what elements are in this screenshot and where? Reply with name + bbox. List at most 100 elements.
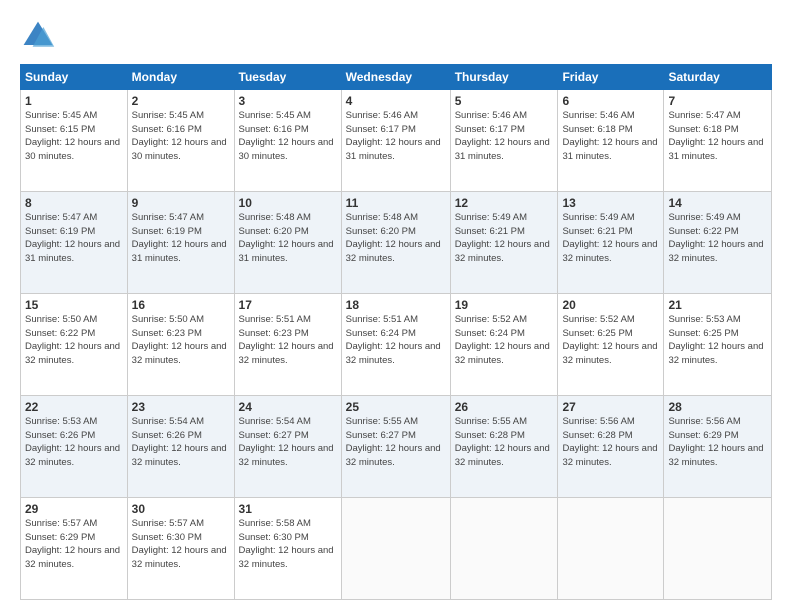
week-row-2: 8Sunrise: 5:47 AMSunset: 6:19 PMDaylight… bbox=[21, 192, 772, 294]
page: SundayMondayTuesdayWednesdayThursdayFrid… bbox=[0, 0, 792, 612]
day-number: 13 bbox=[562, 195, 659, 211]
week-row-1: 1Sunrise: 5:45 AMSunset: 6:15 PMDaylight… bbox=[21, 90, 772, 192]
calendar-cell: 18Sunrise: 5:51 AMSunset: 6:24 PMDayligh… bbox=[341, 294, 450, 396]
calendar-cell: 19Sunrise: 5:52 AMSunset: 6:24 PMDayligh… bbox=[450, 294, 558, 396]
calendar-cell: 7Sunrise: 5:47 AMSunset: 6:18 PMDaylight… bbox=[664, 90, 772, 192]
week-row-3: 15Sunrise: 5:50 AMSunset: 6:22 PMDayligh… bbox=[21, 294, 772, 396]
day-number: 3 bbox=[239, 93, 337, 109]
calendar-cell: 3Sunrise: 5:45 AMSunset: 6:16 PMDaylight… bbox=[234, 90, 341, 192]
calendar-cell: 4Sunrise: 5:46 AMSunset: 6:17 PMDaylight… bbox=[341, 90, 450, 192]
day-info: Sunrise: 5:45 AMSunset: 6:15 PMDaylight:… bbox=[25, 110, 120, 162]
calendar-cell: 14Sunrise: 5:49 AMSunset: 6:22 PMDayligh… bbox=[664, 192, 772, 294]
day-info: Sunrise: 5:54 AMSunset: 6:27 PMDaylight:… bbox=[239, 416, 334, 468]
day-info: Sunrise: 5:46 AMSunset: 6:18 PMDaylight:… bbox=[562, 110, 657, 162]
day-number: 12 bbox=[455, 195, 554, 211]
week-row-4: 22Sunrise: 5:53 AMSunset: 6:26 PMDayligh… bbox=[21, 396, 772, 498]
calendar-cell: 27Sunrise: 5:56 AMSunset: 6:28 PMDayligh… bbox=[558, 396, 664, 498]
day-info: Sunrise: 5:45 AMSunset: 6:16 PMDaylight:… bbox=[239, 110, 334, 162]
day-info: Sunrise: 5:50 AMSunset: 6:23 PMDaylight:… bbox=[132, 314, 227, 366]
day-number: 9 bbox=[132, 195, 230, 211]
calendar-cell: 30Sunrise: 5:57 AMSunset: 6:30 PMDayligh… bbox=[127, 498, 234, 600]
day-info: Sunrise: 5:47 AMSunset: 6:18 PMDaylight:… bbox=[668, 110, 763, 162]
day-number: 29 bbox=[25, 501, 123, 517]
day-number: 26 bbox=[455, 399, 554, 415]
day-info: Sunrise: 5:57 AMSunset: 6:30 PMDaylight:… bbox=[132, 518, 227, 570]
calendar-cell: 24Sunrise: 5:54 AMSunset: 6:27 PMDayligh… bbox=[234, 396, 341, 498]
day-info: Sunrise: 5:56 AMSunset: 6:29 PMDaylight:… bbox=[668, 416, 763, 468]
logo-icon bbox=[20, 18, 56, 54]
day-info: Sunrise: 5:46 AMSunset: 6:17 PMDaylight:… bbox=[455, 110, 550, 162]
day-number: 27 bbox=[562, 399, 659, 415]
calendar-body: 1Sunrise: 5:45 AMSunset: 6:15 PMDaylight… bbox=[21, 90, 772, 600]
day-number: 19 bbox=[455, 297, 554, 313]
day-number: 15 bbox=[25, 297, 123, 313]
day-number: 20 bbox=[562, 297, 659, 313]
calendar-cell: 26Sunrise: 5:55 AMSunset: 6:28 PMDayligh… bbox=[450, 396, 558, 498]
header-row: SundayMondayTuesdayWednesdayThursdayFrid… bbox=[21, 65, 772, 90]
day-info: Sunrise: 5:49 AMSunset: 6:21 PMDaylight:… bbox=[455, 212, 550, 264]
calendar-cell: 28Sunrise: 5:56 AMSunset: 6:29 PMDayligh… bbox=[664, 396, 772, 498]
day-info: Sunrise: 5:49 AMSunset: 6:22 PMDaylight:… bbox=[668, 212, 763, 264]
day-number: 22 bbox=[25, 399, 123, 415]
day-info: Sunrise: 5:50 AMSunset: 6:22 PMDaylight:… bbox=[25, 314, 120, 366]
calendar-header: SundayMondayTuesdayWednesdayThursdayFrid… bbox=[21, 65, 772, 90]
calendar-cell: 29Sunrise: 5:57 AMSunset: 6:29 PMDayligh… bbox=[21, 498, 128, 600]
calendar-cell: 1Sunrise: 5:45 AMSunset: 6:15 PMDaylight… bbox=[21, 90, 128, 192]
day-header-friday: Friday bbox=[558, 65, 664, 90]
day-header-wednesday: Wednesday bbox=[341, 65, 450, 90]
day-number: 1 bbox=[25, 93, 123, 109]
day-info: Sunrise: 5:55 AMSunset: 6:28 PMDaylight:… bbox=[455, 416, 550, 468]
calendar-cell: 22Sunrise: 5:53 AMSunset: 6:26 PMDayligh… bbox=[21, 396, 128, 498]
day-info: Sunrise: 5:49 AMSunset: 6:21 PMDaylight:… bbox=[562, 212, 657, 264]
day-info: Sunrise: 5:58 AMSunset: 6:30 PMDaylight:… bbox=[239, 518, 334, 570]
day-number: 16 bbox=[132, 297, 230, 313]
day-number: 5 bbox=[455, 93, 554, 109]
week-row-5: 29Sunrise: 5:57 AMSunset: 6:29 PMDayligh… bbox=[21, 498, 772, 600]
day-info: Sunrise: 5:48 AMSunset: 6:20 PMDaylight:… bbox=[346, 212, 441, 264]
calendar-cell: 15Sunrise: 5:50 AMSunset: 6:22 PMDayligh… bbox=[21, 294, 128, 396]
day-info: Sunrise: 5:51 AMSunset: 6:23 PMDaylight:… bbox=[239, 314, 334, 366]
calendar-cell: 31Sunrise: 5:58 AMSunset: 6:30 PMDayligh… bbox=[234, 498, 341, 600]
calendar-cell: 10Sunrise: 5:48 AMSunset: 6:20 PMDayligh… bbox=[234, 192, 341, 294]
day-info: Sunrise: 5:53 AMSunset: 6:25 PMDaylight:… bbox=[668, 314, 763, 366]
day-header-saturday: Saturday bbox=[664, 65, 772, 90]
day-info: Sunrise: 5:52 AMSunset: 6:24 PMDaylight:… bbox=[455, 314, 550, 366]
day-number: 7 bbox=[668, 93, 767, 109]
day-header-thursday: Thursday bbox=[450, 65, 558, 90]
logo bbox=[20, 18, 60, 54]
day-info: Sunrise: 5:55 AMSunset: 6:27 PMDaylight:… bbox=[346, 416, 441, 468]
day-number: 23 bbox=[132, 399, 230, 415]
calendar-cell: 9Sunrise: 5:47 AMSunset: 6:19 PMDaylight… bbox=[127, 192, 234, 294]
calendar-cell bbox=[558, 498, 664, 600]
day-info: Sunrise: 5:54 AMSunset: 6:26 PMDaylight:… bbox=[132, 416, 227, 468]
day-number: 31 bbox=[239, 501, 337, 517]
calendar-cell bbox=[341, 498, 450, 600]
day-header-tuesday: Tuesday bbox=[234, 65, 341, 90]
calendar-cell: 16Sunrise: 5:50 AMSunset: 6:23 PMDayligh… bbox=[127, 294, 234, 396]
day-info: Sunrise: 5:53 AMSunset: 6:26 PMDaylight:… bbox=[25, 416, 120, 468]
day-header-sunday: Sunday bbox=[21, 65, 128, 90]
calendar-table: SundayMondayTuesdayWednesdayThursdayFrid… bbox=[20, 64, 772, 600]
day-info: Sunrise: 5:46 AMSunset: 6:17 PMDaylight:… bbox=[346, 110, 441, 162]
calendar-cell: 25Sunrise: 5:55 AMSunset: 6:27 PMDayligh… bbox=[341, 396, 450, 498]
day-number: 30 bbox=[132, 501, 230, 517]
header bbox=[20, 18, 772, 54]
calendar-cell: 11Sunrise: 5:48 AMSunset: 6:20 PMDayligh… bbox=[341, 192, 450, 294]
calendar-cell: 21Sunrise: 5:53 AMSunset: 6:25 PMDayligh… bbox=[664, 294, 772, 396]
day-info: Sunrise: 5:52 AMSunset: 6:25 PMDaylight:… bbox=[562, 314, 657, 366]
day-number: 4 bbox=[346, 93, 446, 109]
day-info: Sunrise: 5:56 AMSunset: 6:28 PMDaylight:… bbox=[562, 416, 657, 468]
calendar-cell: 13Sunrise: 5:49 AMSunset: 6:21 PMDayligh… bbox=[558, 192, 664, 294]
calendar-cell bbox=[450, 498, 558, 600]
day-header-monday: Monday bbox=[127, 65, 234, 90]
calendar-cell: 17Sunrise: 5:51 AMSunset: 6:23 PMDayligh… bbox=[234, 294, 341, 396]
day-info: Sunrise: 5:51 AMSunset: 6:24 PMDaylight:… bbox=[346, 314, 441, 366]
day-info: Sunrise: 5:47 AMSunset: 6:19 PMDaylight:… bbox=[25, 212, 120, 264]
calendar-cell: 5Sunrise: 5:46 AMSunset: 6:17 PMDaylight… bbox=[450, 90, 558, 192]
calendar-cell: 8Sunrise: 5:47 AMSunset: 6:19 PMDaylight… bbox=[21, 192, 128, 294]
calendar-cell: 2Sunrise: 5:45 AMSunset: 6:16 PMDaylight… bbox=[127, 90, 234, 192]
day-info: Sunrise: 5:47 AMSunset: 6:19 PMDaylight:… bbox=[132, 212, 227, 264]
day-number: 21 bbox=[668, 297, 767, 313]
day-info: Sunrise: 5:57 AMSunset: 6:29 PMDaylight:… bbox=[25, 518, 120, 570]
calendar-cell: 12Sunrise: 5:49 AMSunset: 6:21 PMDayligh… bbox=[450, 192, 558, 294]
